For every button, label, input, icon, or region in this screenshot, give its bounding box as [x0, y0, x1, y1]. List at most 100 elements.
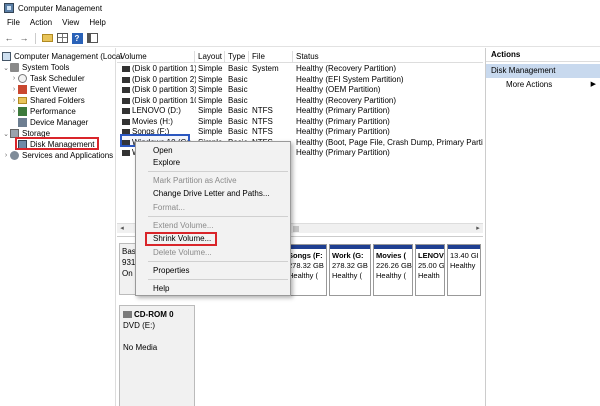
cell-status: Healthy (Primary Partition) [296, 127, 390, 136]
menu-item-explore[interactable]: Explore [153, 157, 180, 169]
help-button[interactable]: ? [71, 32, 83, 44]
menu-item-change-drive-letter[interactable]: Change Drive Letter and Paths... [153, 188, 270, 200]
table-row[interactable]: (Disk 0 partition 2) Simple Basic Healthy (… [117, 75, 483, 85]
submenu-arrow-icon: ▶ [590, 81, 596, 88]
volume-icon [122, 97, 130, 104]
partition-recovery[interactable]: 13.40 GI Healthy [447, 244, 481, 296]
menu-item-help[interactable]: Help [153, 283, 169, 295]
menu-view[interactable]: View [57, 18, 84, 27]
menu-action[interactable]: Action [25, 18, 57, 27]
cell-file-system: NTFS [252, 106, 273, 115]
forward-arrow-icon[interactable]: → [18, 32, 30, 44]
cell-layout: Simple [198, 116, 223, 126]
chevron-right-icon[interactable]: › [2, 152, 10, 159]
chevron-right-icon[interactable]: › [10, 97, 18, 104]
cell-type: Basic [228, 74, 248, 84]
device-manager-icon [18, 118, 27, 127]
tree-item-root[interactable]: Computer Management (Local [2, 51, 122, 62]
tree-item-label: Device Manager [30, 118, 89, 127]
scroll-thumb[interactable] [293, 226, 299, 232]
menu-separator [148, 216, 288, 217]
services-icon [10, 151, 19, 160]
tree-item-device-manager[interactable]: Device Manager [18, 117, 88, 128]
table-row[interactable]: LENOVO (D:) Simple Basic NTFS Healthy (Prima… [117, 106, 483, 116]
column-header-type[interactable]: Type [225, 51, 249, 63]
cell-type: Basic [228, 85, 248, 94]
cdrom-title: CD-ROM 0 [134, 310, 174, 319]
menu-item-open[interactable]: Open [153, 145, 173, 157]
menu-separator [148, 171, 288, 172]
column-header-volume[interactable]: Volume [117, 51, 195, 63]
partition-lenovo[interactable]: LENOV 25.00 GI Health [415, 244, 445, 296]
column-header-file-system[interactable]: File System [249, 51, 293, 73]
chevron-right-icon[interactable]: › [10, 108, 18, 115]
volume-name: (Disk 0 partition 2) [132, 74, 196, 84]
back-arrow-icon[interactable]: ← [3, 32, 15, 44]
cell-status: Healthy (Primary Partition) [296, 116, 390, 126]
window-title: Computer Management [18, 3, 103, 13]
chevron-right-icon[interactable]: › [10, 86, 18, 93]
tools-icon [10, 63, 19, 72]
partition-songs[interactable]: Songs (F: 278.32 GB Healthy ( [285, 244, 327, 296]
cell-file-system [252, 75, 294, 85]
chevron-right-icon[interactable]: › [10, 75, 18, 82]
clock-icon [18, 74, 27, 83]
volume-name: (Disk 0 partition 3) [132, 85, 196, 94]
scroll-left-arrow-icon[interactable]: ◂ [117, 224, 127, 234]
tree-item-event-viewer[interactable]: › Event Viewer [10, 84, 77, 95]
partition-movies[interactable]: Movies ( 226.26 GB Healthy ( [373, 244, 413, 296]
menu-file[interactable]: File [2, 18, 25, 27]
tree-item-system-tools[interactable]: ⌄ System Tools [2, 62, 69, 73]
table-row[interactable]: (Disk 0 partition 1) Simple Basic Healthy (… [117, 64, 483, 74]
menu-item-extend-volume: Extend Volume... [153, 221, 214, 230]
menu-separator [148, 261, 288, 262]
actions-title: Actions [486, 48, 600, 62]
tree-item-task-scheduler[interactable]: › Task Scheduler [10, 73, 85, 84]
show-hide-action-pane-button[interactable] [86, 32, 98, 44]
chevron-down-icon[interactable]: ⌄ [2, 130, 10, 138]
cell-file-system [252, 96, 294, 106]
cdrom-0-label[interactable]: CD-ROM 0 DVD (E:) No Media [119, 305, 195, 406]
cd-drive-icon [123, 311, 132, 318]
column-header-status[interactable]: Status [293, 51, 483, 63]
tree-item-label: Task Scheduler [30, 74, 85, 83]
table-row[interactable]: Movies (H:) Simple Basic NTFS Healthy (Prima… [117, 117, 483, 127]
panel-icon [86, 33, 98, 43]
actions-section-disk-management[interactable]: Disk Management [486, 64, 600, 78]
table-row[interactable]: (Disk 0 partition 10) Simple Basic Healthy … [117, 96, 483, 106]
volume-icon [122, 87, 130, 93]
event-viewer-icon [18, 85, 27, 94]
tree-item-label: Shared Folders [30, 96, 85, 105]
computer-management-icon [4, 3, 14, 13]
partition-work[interactable]: Work (G: 278.32 GB Healthy ( [329, 244, 371, 296]
computer-icon [2, 52, 11, 61]
tree-item-label: System Tools [22, 63, 70, 72]
cell-layout: Simple [198, 106, 223, 115]
cell-status: Healthy (Recovery Partition) [296, 64, 397, 73]
menu-item-delete-volume: Delete Volume... [153, 248, 212, 257]
tree-item-performance[interactable]: › Performance [10, 106, 76, 117]
table-row[interactable]: (Disk 0 partition 3) Simple Basic Healthy (… [117, 85, 483, 95]
performance-icon [18, 107, 27, 116]
chevron-down-icon[interactable]: ⌄ [2, 64, 10, 72]
cell-type: Basic [228, 95, 248, 105]
shared-folder-icon [18, 97, 27, 104]
tree-item-services[interactable]: › Services and Applications [2, 150, 113, 161]
column-header-layout[interactable]: Layout [195, 51, 225, 63]
tree-item-label: Computer Management (Local [14, 52, 123, 61]
volume-icon [122, 66, 130, 72]
volume-name: (Disk 0 partition 1) [132, 64, 196, 73]
show-hide-tree-button[interactable] [56, 32, 68, 44]
more-actions-item[interactable]: More Actions ▶ [486, 78, 600, 92]
menu-item-properties[interactable]: Properties [153, 265, 189, 277]
scroll-right-arrow-icon[interactable]: ▸ [473, 224, 483, 234]
volume-name: (Disk 0 partition 10) [132, 95, 196, 105]
cell-file-system: NTFS [252, 116, 273, 126]
cell-type: Basic [228, 64, 248, 73]
volume-icon [122, 150, 130, 156]
tree-item-shared-folders[interactable]: › Shared Folders [10, 95, 85, 106]
cell-status: Healthy (Primary Partition) [296, 148, 390, 157]
menu-help[interactable]: Help [84, 18, 110, 27]
up-folder-button[interactable] [41, 32, 53, 44]
grid-icon [56, 33, 68, 43]
